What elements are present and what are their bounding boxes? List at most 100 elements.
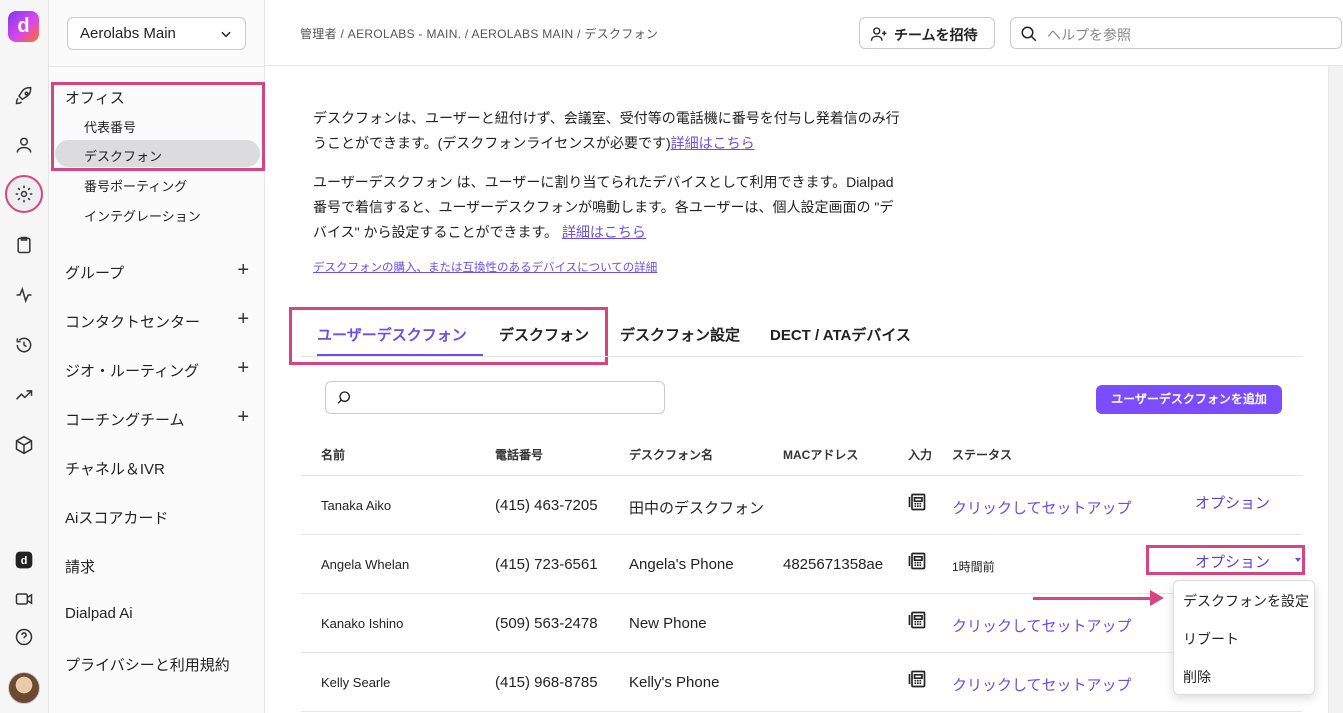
chevron-down-icon [221, 31, 231, 38]
person-icon[interactable] [12, 133, 36, 157]
invite-team-button[interactable]: チームを招待 [859, 17, 995, 49]
column-header-status[interactable]: ステータス [952, 446, 1012, 463]
nav-label: グループ [65, 265, 125, 282]
row-divider [301, 534, 1302, 535]
row-divider [301, 652, 1302, 653]
options-button[interactable]: オプション [1195, 551, 1270, 572]
nav-item-billing[interactable]: 請求 [65, 556, 249, 577]
row-name: Angela Whelan [321, 557, 410, 572]
column-header-mac[interactable]: MACアドレス [783, 446, 858, 463]
intro-text: 番号で着信すると、ユーザーデスクフォンが鳴動します。各ユーザーは、個人設定画面の… [313, 199, 894, 215]
row-divider [301, 711, 1302, 712]
dialpad-logo[interactable]: d [8, 11, 39, 42]
avatar[interactable] [8, 672, 40, 704]
intro-text: デスクフォンは、ユーザーと紐付けず、会議室、受付等の電話機に番号を付与し発着信の… [313, 110, 900, 126]
video-icon[interactable] [12, 587, 36, 611]
nav-item-porting[interactable]: 番号ポーティング [84, 176, 187, 195]
intro-text: うことができます。(デスクフォンライセンスが必要です) [313, 135, 671, 151]
intro-text: バイス" から設定することができます。 [313, 224, 559, 240]
column-header-device[interactable]: デスクフォン名 [629, 446, 713, 463]
activity-icon[interactable] [12, 283, 36, 307]
options-button[interactable]: オプション [1195, 492, 1270, 513]
org-name: Aerolabs Main [80, 25, 176, 42]
active-tab-indicator [317, 354, 483, 356]
svg-text:d: d [21, 555, 28, 567]
main-content: デスクフォンは、ユーザーと紐付けず、会議室、受付等の電話機に番号を付与し発着信の… [265, 66, 1343, 713]
annotation-arrow-head [1150, 590, 1164, 606]
plus-icon[interactable]: + [237, 309, 249, 329]
help-icon[interactable] [12, 625, 36, 649]
search-placeholder: ヘルプを参照 [1047, 27, 1131, 43]
nav-label: ジオ・ルーティング [65, 363, 200, 380]
deskphone-icon [908, 611, 926, 629]
intro-paragraph-2: ユーザーデスクフォン は、ユーザーに割り当てられたデバイスとして利用できます。D… [313, 170, 953, 245]
menu-item-delete[interactable]: 削除 [1183, 667, 1211, 687]
column-header-phone[interactable]: 電話番号 [495, 446, 543, 463]
intro-paragraph-1: デスクフォンは、ユーザーと紐付けず、会議室、受付等の電話機に番号を付与し発着信の… [313, 106, 953, 156]
settings-nav: Aerolabs Main オフィス 代表番号 デスクフォン 番号ポーティング … [49, 0, 265, 713]
row-phone: (509) 563-2478 [495, 615, 598, 632]
learn-more-link[interactable]: 詳細はこちら [562, 224, 646, 240]
menu-item-configure[interactable]: デスクフォンを設定 [1183, 591, 1309, 611]
tab-user-deskphone[interactable]: ユーザーデスクフォン [317, 324, 467, 345]
search-icon [1021, 26, 1037, 42]
nav-office-heading[interactable]: オフィス [65, 87, 125, 108]
nav-item-coaching[interactable]: コーチングチーム + [65, 407, 249, 430]
nav-item-channels-ivr[interactable]: チャネル＆IVR [65, 458, 249, 479]
breadcrumb: 管理者 / AEROLABS - MAIN. / AEROLABS MAIN /… [300, 27, 659, 41]
tab-dect-ata[interactable]: DECT / ATAデバイス [770, 324, 911, 345]
nav-divider [49, 66, 265, 67]
search-icon [337, 391, 350, 404]
table-search-input[interactable] [325, 381, 665, 414]
history-icon[interactable] [12, 333, 36, 357]
app-rail: d d [0, 0, 49, 713]
column-header-input[interactable]: 入力 [908, 446, 932, 463]
nav-item-integrations[interactable]: インテグレーション [84, 206, 201, 225]
row-name: Kanako Ishino [321, 616, 404, 631]
clipboard-icon[interactable] [12, 233, 36, 257]
nav-item-main-number[interactable]: 代表番号 [84, 117, 136, 136]
nav-item-contact-center[interactable]: コンタクトセンター + [65, 309, 249, 332]
plus-icon[interactable]: + [237, 260, 249, 280]
gear-icon[interactable] [12, 182, 36, 206]
row-mac: 4825671358ae [783, 556, 884, 573]
row-device: Angela's Phone [629, 556, 734, 573]
tab-deskphone-settings[interactable]: デスクフォン設定 [620, 324, 740, 345]
menu-item-reboot[interactable]: リブート [1183, 629, 1239, 649]
row-divider [301, 475, 1302, 476]
plus-icon[interactable]: + [237, 407, 249, 427]
nav-item-dialpad-ai[interactable]: Dialpad Ai [65, 605, 249, 622]
intro-text: ユーザーデスクフォン は、ユーザーに割り当てられたデバイスとして利用できます。D… [313, 174, 894, 190]
dialpad-icon[interactable]: d [12, 548, 36, 572]
tab-deskphone[interactable]: デスクフォン [499, 324, 589, 345]
deskphone-icon [908, 552, 926, 570]
column-header-name[interactable]: 名前 [321, 446, 345, 463]
setup-link[interactable]: クリックしてセットアップ [952, 674, 1132, 695]
scrollbar[interactable] [1328, 66, 1343, 713]
org-selector[interactable]: Aerolabs Main [67, 17, 246, 50]
nav-item-ai-scorecard[interactable]: Aiスコアカード [65, 507, 249, 528]
nav-item-geo-routing[interactable]: ジオ・ルーティング + [65, 358, 249, 381]
cube-icon[interactable] [12, 433, 36, 457]
purchase-info-link[interactable]: デスクフォンの購入、または互換性のあるデバイスについての詳細 [313, 259, 657, 275]
row-device: New Phone [629, 615, 707, 632]
row-phone: (415) 968-8785 [495, 674, 598, 691]
learn-more-link[interactable]: 詳細はこちら [671, 135, 755, 151]
setup-link[interactable]: クリックしてセットアップ [952, 615, 1132, 636]
trending-icon[interactable] [12, 383, 36, 407]
invite-label: チームを招待 [894, 27, 978, 43]
caret-down-icon [1295, 558, 1301, 562]
rocket-icon[interactable] [12, 84, 36, 108]
options-menu: デスクフォンを設定 リブート 削除 [1173, 580, 1315, 695]
plus-icon[interactable]: + [237, 358, 249, 378]
help-search-input[interactable]: ヘルプを参照 [1010, 17, 1342, 49]
nav-item-deskphone[interactable]: デスクフォン [55, 140, 260, 167]
annotation-arrow [1033, 597, 1153, 600]
row-phone: (415) 463-7205 [495, 497, 598, 514]
setup-link[interactable]: クリックしてセットアップ [952, 497, 1132, 518]
tabs-divider [301, 356, 1302, 357]
top-bar: 管理者 / AEROLABS - MAIN. / AEROLABS MAIN /… [265, 0, 1343, 66]
nav-item-groups[interactable]: グループ + [65, 260, 249, 283]
add-user-deskphone-button[interactable]: ユーザーデスクフォンを追加 [1096, 385, 1282, 414]
nav-item-privacy[interactable]: プライバシーと利用規約 [65, 654, 249, 675]
